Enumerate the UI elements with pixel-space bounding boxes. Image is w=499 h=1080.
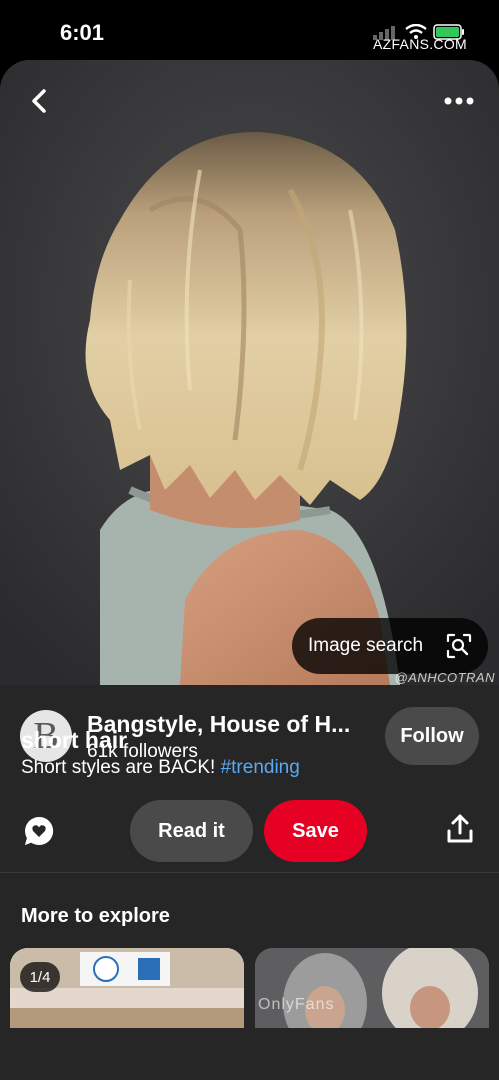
pin-description: Short styles are BACK! #trending bbox=[21, 757, 300, 779]
comment-heart-icon bbox=[25, 816, 54, 845]
explore-pin-left[interactable]: 1/4 bbox=[10, 948, 244, 1028]
pin-description-text: Short styles are BACK! bbox=[21, 757, 221, 778]
back-button[interactable] bbox=[22, 84, 56, 118]
more-to-explore-heading: More to explore bbox=[21, 905, 170, 927]
explore-pin-right-image bbox=[255, 948, 489, 1028]
explore-pin-right[interactable] bbox=[255, 948, 489, 1028]
comment-button[interactable] bbox=[22, 814, 56, 848]
creator-name[interactable]: Bangstyle, House of H... bbox=[87, 711, 372, 738]
hair-photo-illustration bbox=[0, 60, 499, 685]
hashtag-link[interactable]: #trending bbox=[221, 757, 300, 778]
share-button[interactable] bbox=[447, 814, 473, 844]
photo-credit: @ANHCOTRAN bbox=[394, 670, 495, 685]
action-row: Read it Save bbox=[0, 798, 499, 864]
bottom-watermark: OnlyFans bbox=[258, 996, 335, 1013]
status-watermark: AZFANS.COM bbox=[372, 36, 467, 52]
more-options-button[interactable] bbox=[439, 84, 479, 118]
page-count-badge: 1/4 bbox=[20, 962, 60, 992]
image-search-label: Image search bbox=[308, 635, 424, 656]
explore-grid: 1/4 OnlyFans bbox=[0, 948, 499, 1028]
share-icon bbox=[447, 814, 473, 843]
save-button[interactable]: Save bbox=[264, 800, 367, 862]
divider bbox=[0, 872, 499, 873]
pin-image[interactable]: Image search @ANHCOTRAN bbox=[0, 60, 499, 685]
ellipsis-icon bbox=[444, 97, 474, 105]
status-bar: 6:01 AZFANS.COM bbox=[0, 0, 499, 60]
image-search-button[interactable]: Image search bbox=[292, 618, 488, 674]
follow-button[interactable]: Follow bbox=[385, 707, 479, 765]
status-time: 6:01 bbox=[60, 20, 105, 45]
chevron-left-icon bbox=[32, 89, 46, 113]
pin-title: short hair bbox=[21, 727, 128, 753]
read-it-button[interactable]: Read it bbox=[130, 800, 253, 862]
visual-search-icon bbox=[446, 633, 472, 659]
